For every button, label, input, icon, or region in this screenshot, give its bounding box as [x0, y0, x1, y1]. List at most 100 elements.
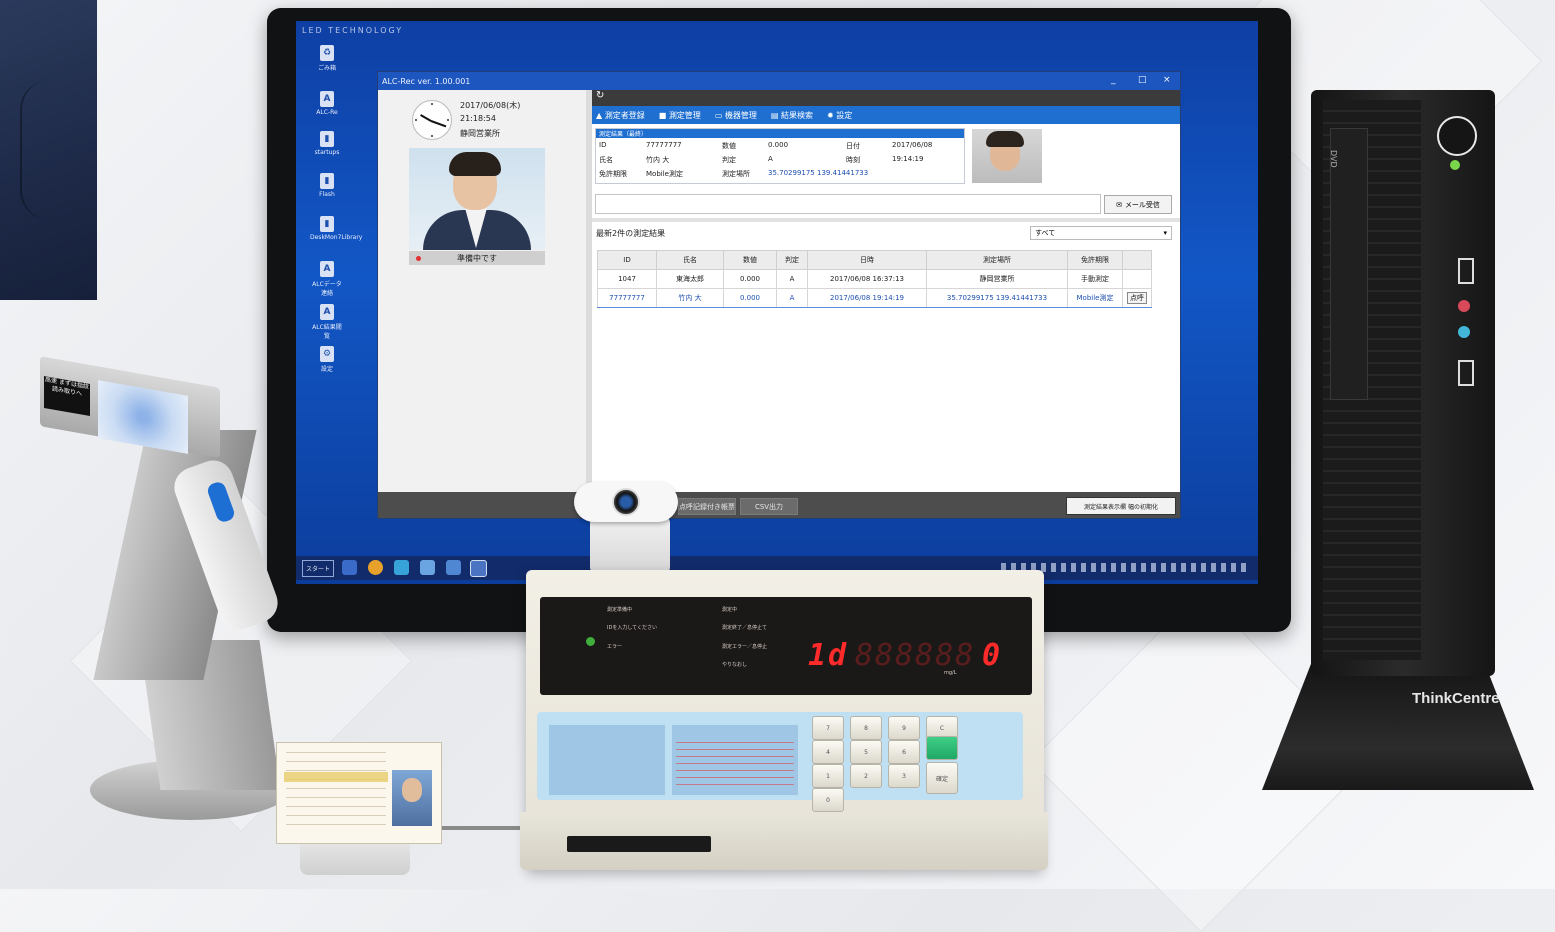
cell-judge: A: [776, 288, 808, 308]
key-2[interactable]: 2: [850, 764, 882, 788]
status-indicator: 準備中です: [409, 251, 545, 265]
menu-register[interactable]: ▲ 測定者登録: [596, 110, 645, 121]
filter-select[interactable]: すべて ▾: [1030, 226, 1172, 240]
cell-judge: A: [776, 269, 808, 289]
minimize-button[interactable]: _: [1111, 75, 1116, 85]
current-date: 2017/06/08(木): [460, 101, 521, 110]
alc-rec-task-icon[interactable]: [470, 560, 487, 577]
alc-app-icon[interactable]: [446, 560, 461, 575]
cell-name: 竹内 大: [656, 288, 724, 308]
outlook-icon[interactable]: [394, 560, 409, 575]
key-4[interactable]: 4: [812, 740, 844, 764]
instruction-card-left: [549, 725, 665, 795]
window-title: ALC-Rec ver. 1.00.001: [382, 76, 471, 86]
key-1[interactable]: 1: [812, 764, 844, 788]
key-5[interactable]: 5: [850, 740, 882, 764]
explorer-icon[interactable]: [342, 560, 357, 575]
close-button[interactable]: ×: [1163, 75, 1171, 85]
desktop-icon-settings[interactable]: ⚙ 設定: [310, 346, 344, 373]
card-band: [284, 772, 388, 782]
value-label: 数値: [722, 142, 736, 150]
desktop-icon-alc[interactable]: A ALC-Re: [310, 91, 344, 116]
webcam-lens-icon: [612, 488, 640, 516]
csv-export-button[interactable]: CSV出力: [740, 498, 798, 515]
col-id[interactable]: ID: [597, 250, 657, 270]
table-row[interactable]: 1047 東海太郎 0.000 A 2017/06/08 16:37:13 静岡…: [597, 269, 1152, 289]
optical-drive: [1330, 128, 1368, 400]
print-report-button[interactable]: 点呼記録付き帳票: [678, 498, 736, 515]
license-value: Mobile測定: [646, 170, 683, 178]
col-name[interactable]: 氏名: [656, 250, 724, 270]
key-enter[interactable]: 確定: [926, 762, 958, 794]
panel-label: 測定終了／息停止て: [722, 625, 768, 631]
cell-action: 点呼: [1122, 288, 1152, 308]
display-digits: 1d: [808, 638, 849, 673]
mic-jack-icon: [1458, 326, 1470, 338]
col-action: [1122, 250, 1152, 270]
panel-label: 測定エラー／息停止: [722, 644, 768, 650]
key-3[interactable]: 3: [888, 764, 920, 788]
col-judge[interactable]: 判定: [776, 250, 808, 270]
cell-place: 35.70299175 139.41441733: [926, 288, 1068, 308]
card-slot: [567, 836, 711, 852]
desktop-icon-startups[interactable]: ▮ startups: [310, 131, 344, 156]
main-menu: ▲ 測定者登録 ■ 測定管理 ▭ 機器管理 ▤ 結果検索 ✹ 設定: [592, 106, 1180, 124]
divider: [592, 218, 1180, 222]
display-reading: 0: [982, 638, 1003, 673]
time-label: 時刻: [846, 156, 860, 164]
window-footer: 点呼記録付き帳票 CSV出力 測定結果表示欄 幅の初期化: [378, 492, 1180, 518]
display-unit: mg/L: [944, 670, 957, 676]
key-6[interactable]: 6: [888, 740, 920, 764]
power-led-icon: [1450, 160, 1460, 170]
menu-settings[interactable]: ✹ 設定: [827, 110, 852, 121]
panel-label: やりなおし: [722, 662, 748, 668]
drive-label: DVD: [1329, 150, 1338, 168]
cell-datetime: 2017/06/08 19:14:19: [807, 288, 927, 308]
value-value: 0.000: [768, 141, 789, 149]
monitor-brand: LED TECHNOLOGY: [302, 26, 404, 35]
key-9[interactable]: 9: [888, 716, 920, 740]
result-header: 測定結果（最終）: [596, 129, 964, 138]
window-titlebar: ALC-Rec ver. 1.00.001 _ □ ×: [378, 72, 1180, 90]
latest-results-title: 最新2件の測定結果: [596, 229, 666, 238]
desktop-icon-alc-data[interactable]: A ALCデータ連絡: [310, 261, 344, 297]
network-icon[interactable]: [420, 560, 435, 575]
table-row-selected[interactable]: 77777777 竹内 大 0.000 A 2017/06/08 19:14:1…: [597, 288, 1152, 308]
panel-label: 測定中: [722, 607, 738, 613]
desktop-icon-flash[interactable]: ▮ Flash: [310, 173, 344, 198]
cell-license: Mobile測定: [1067, 288, 1123, 308]
filter-select-value: すべて: [1035, 229, 1056, 237]
desktop-icon-library[interactable]: ▮ DeskMon7Library: [310, 216, 362, 241]
cell-value: 0.000: [723, 288, 777, 308]
reset-column-width-button[interactable]: 測定結果表示欄 幅の初期化: [1066, 497, 1176, 515]
key-8[interactable]: 8: [850, 716, 882, 740]
audio-jack-icon: [1458, 300, 1470, 312]
cell-action: [1122, 269, 1152, 289]
col-datetime[interactable]: 日時: [807, 250, 927, 270]
key-green[interactable]: [926, 736, 958, 760]
key-7[interactable]: 7: [812, 716, 844, 740]
key-0[interactable]: 0: [812, 788, 844, 812]
roll-call-button[interactable]: 点呼: [1127, 292, 1147, 304]
message-field[interactable]: [595, 194, 1101, 214]
right-pane: ↻ ▲ 測定者登録 ■ 測定管理 ▭ 機器管理 ▤ 結果検索 ✹ 設定 測定結果…: [592, 90, 1180, 492]
refresh-icon[interactable]: ↻: [596, 90, 604, 101]
date-value: 2017/06/08: [892, 141, 933, 149]
mail-receive-button[interactable]: ✉ メール受信: [1104, 195, 1172, 214]
col-place[interactable]: 測定場所: [926, 250, 1068, 270]
desktop-icon-recycle[interactable]: ♻ ごみ箱: [310, 45, 344, 72]
results-table: ID 氏名 数値 判定 日時 測定場所 免許期限 1047 東海太郎 0.000…: [597, 250, 1152, 308]
recording-dot-icon: [416, 256, 421, 261]
menu-measure-manage[interactable]: ■ 測定管理: [659, 110, 701, 121]
chrome-icon[interactable]: [368, 560, 383, 575]
card-text-lines: [286, 752, 386, 830]
menu-device-manage[interactable]: ▭ 機器管理: [715, 110, 757, 121]
col-license[interactable]: 免許期限: [1067, 250, 1123, 270]
desktop-icon-alc-result[interactable]: A ALC結果閲覧: [310, 304, 344, 340]
cell-place: 静岡営業所: [926, 269, 1068, 289]
maximize-button[interactable]: □: [1138, 75, 1147, 85]
col-value[interactable]: 数値: [723, 250, 777, 270]
chevron-down-icon: ▾: [1163, 229, 1167, 237]
menu-result-search[interactable]: ▤ 結果検索: [771, 110, 813, 121]
start-button[interactable]: スタート: [302, 560, 334, 577]
